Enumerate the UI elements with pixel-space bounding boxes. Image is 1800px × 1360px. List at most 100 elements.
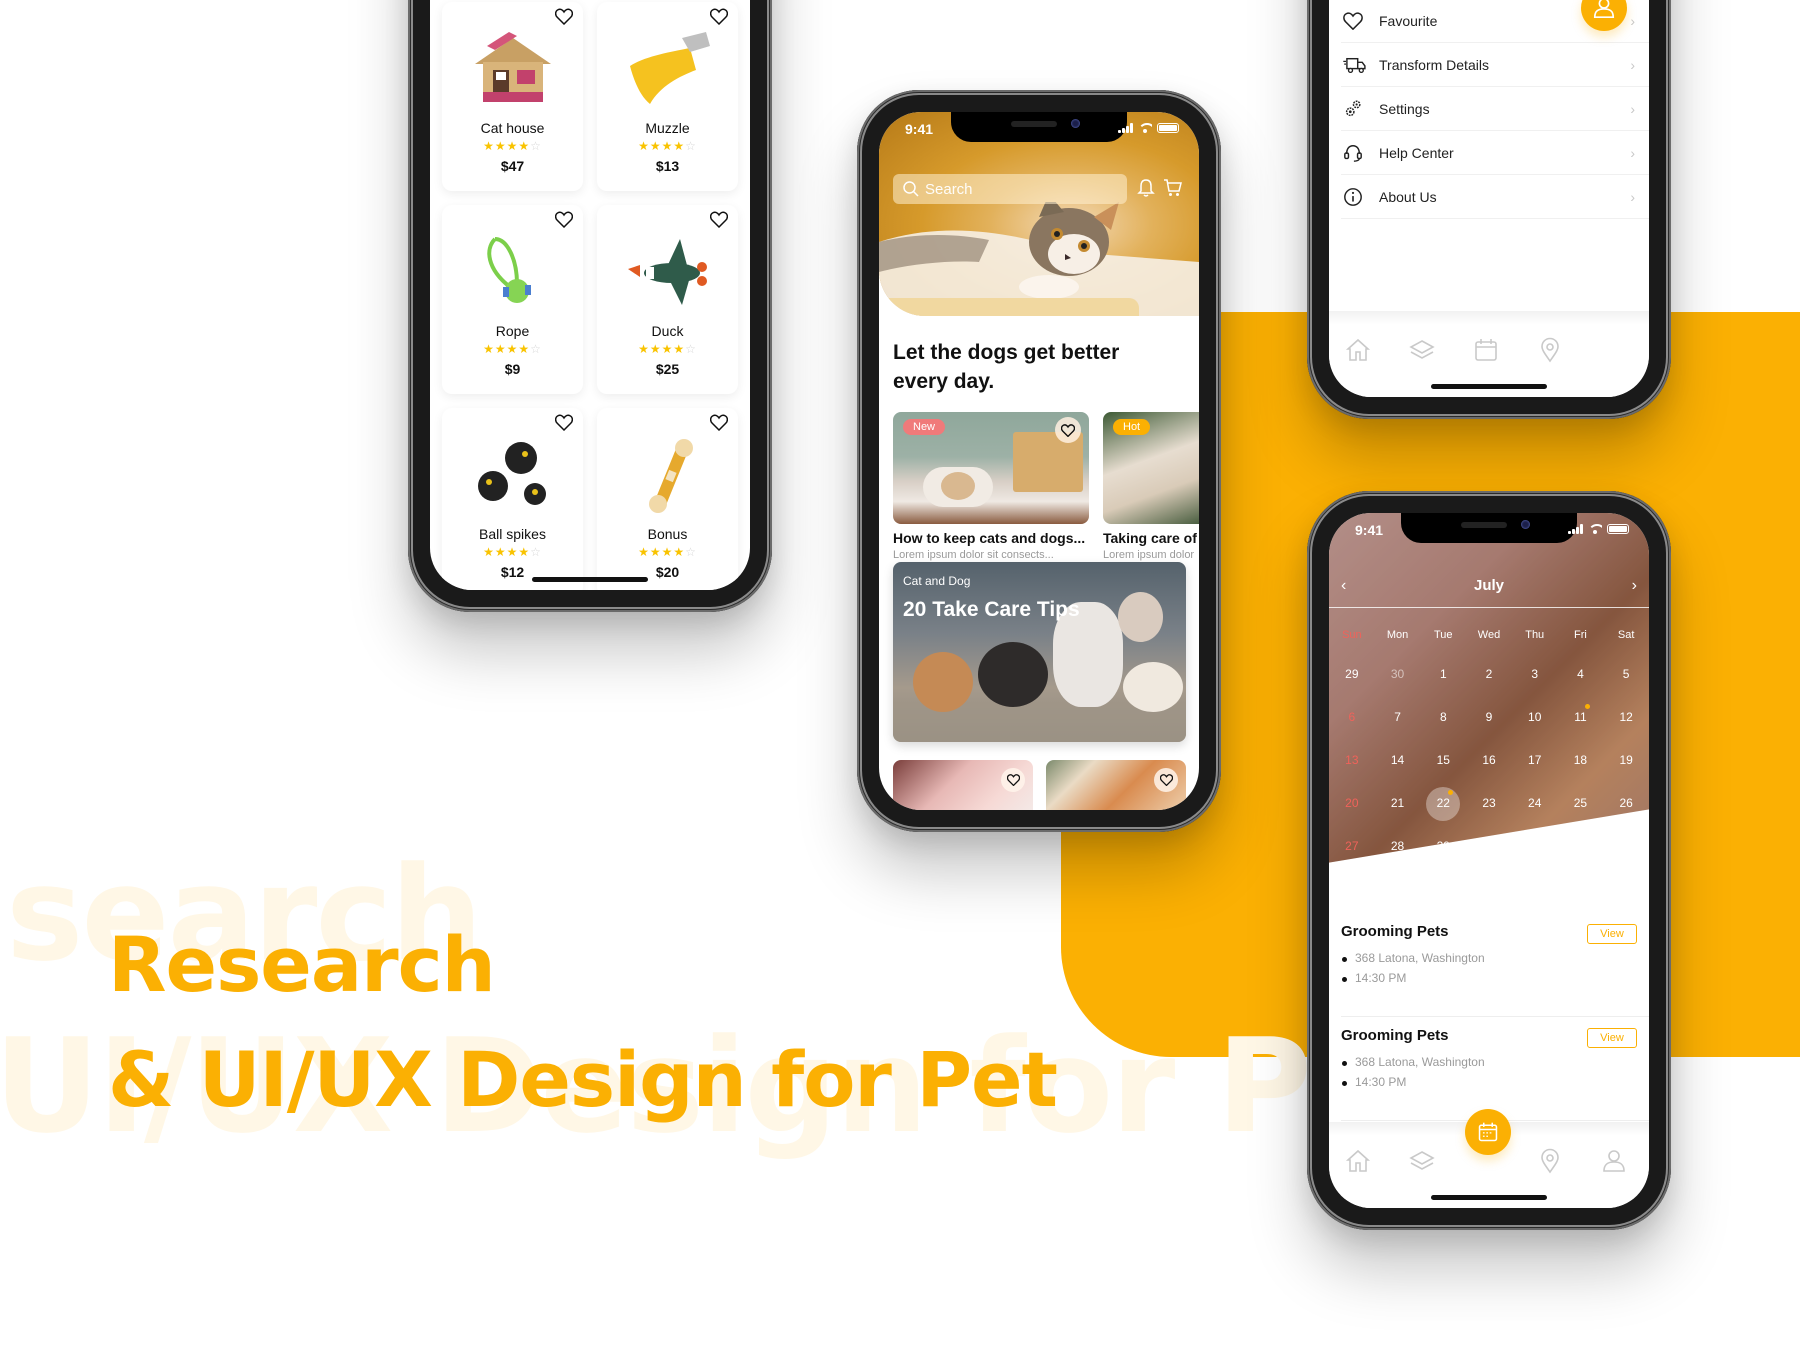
day-number: 29 xyxy=(1436,839,1450,853)
product-name: Rope xyxy=(495,323,530,339)
calendar-day[interactable]: 15 xyxy=(1420,739,1466,782)
product-card[interactable]: Duck ★★★★☆ $25 xyxy=(597,205,738,394)
day-number: 7 xyxy=(1394,710,1401,724)
menu-item-about-us[interactable]: About Us › xyxy=(1341,175,1649,219)
calendar-day[interactable]: 29 xyxy=(1420,825,1466,868)
day-number: 2 xyxy=(1485,667,1493,681)
tab-home-icon[interactable] xyxy=(1345,1148,1371,1174)
shop-screen: Cat house ★★★★☆ $47 Muzzle ★★★★☆ $13 Rope ★★★★☆… xyxy=(430,0,750,590)
tab-location-icon[interactable] xyxy=(1537,1148,1563,1174)
search-placeholder: Search xyxy=(925,180,973,198)
menu-item-label: Transform Details xyxy=(1379,56,1489,73)
product-name: Cat house xyxy=(480,120,545,136)
chevron-right-icon: › xyxy=(1630,189,1635,205)
calendar-day[interactable]: 30 xyxy=(1603,825,1649,868)
calendar-screen: 9:41 ‹ July › Sun Mon Tue Wed Thu Fri Sat 29 30 1… xyxy=(1329,513,1649,1208)
calendar-day[interactable]: 28 xyxy=(1375,825,1421,868)
tab-calendar-icon[interactable] xyxy=(1473,337,1499,363)
tab-location-icon[interactable] xyxy=(1537,337,1563,363)
tab-profile-icon[interactable] xyxy=(1601,1148,1627,1174)
calendar-day[interactable]: 5 xyxy=(1603,653,1649,696)
product-card[interactable]: Rope ★★★★☆ $9 xyxy=(442,205,583,394)
calendar-day[interactable]: 29 xyxy=(1558,825,1604,868)
view-event-button[interactable]: View xyxy=(1587,1028,1637,1048)
menu-item-help-center[interactable]: Help Center › xyxy=(1341,131,1649,175)
bell-icon[interactable] xyxy=(1137,178,1155,198)
calendar-day[interactable]: 18 xyxy=(1558,739,1604,782)
calendar-day[interactable]: 2 xyxy=(1466,653,1512,696)
calendar-day[interactable]: 31 xyxy=(1512,825,1558,868)
user-icon xyxy=(1593,0,1615,19)
phone-profile: Favourite › Transform Details › Settings › Hel… xyxy=(1307,0,1671,419)
calendar-day[interactable]: 7 xyxy=(1375,696,1421,739)
favorite-button[interactable] xyxy=(1055,417,1081,443)
calendar-day[interactable]: 12 xyxy=(1603,696,1649,739)
star-rating: ★★★★☆ xyxy=(483,545,542,559)
thumbnail-card-puppy[interactable] xyxy=(1046,760,1186,810)
calendar-day[interactable]: 22 xyxy=(1420,782,1466,825)
calendar-day[interactable]: 6 xyxy=(1329,696,1375,739)
month-label: July xyxy=(1473,577,1504,594)
calendar-day[interactable]: 19 xyxy=(1603,739,1649,782)
day-number: 25 xyxy=(1573,796,1588,810)
tab-layers-icon[interactable] xyxy=(1409,337,1435,363)
weekday-label: Wed xyxy=(1477,629,1501,641)
menu-item-settings[interactable]: Settings › xyxy=(1341,87,1649,131)
article-card[interactable]: New How to keep cats and dogs... Lorem i… xyxy=(893,412,1089,561)
heart-icon xyxy=(709,8,729,26)
calendar-day[interactable]: 16 xyxy=(1466,739,1512,782)
tab-home-icon[interactable] xyxy=(1345,337,1371,363)
calendar-day[interactable]: 3 xyxy=(1512,653,1558,696)
calendar-day[interactable]: 21 xyxy=(1375,782,1421,825)
product-card[interactable]: Ball spikes ★★★★☆ $12 xyxy=(442,408,583,590)
hero-banner xyxy=(879,112,1199,316)
next-month-button[interactable]: › xyxy=(1632,577,1637,595)
phone-shop: Cat house ★★★★☆ $47 Muzzle ★★★★☆ $13 Rope ★★★★☆… xyxy=(408,0,772,612)
calendar-day[interactable]: 30 xyxy=(1466,825,1512,868)
tab-calendar-active[interactable] xyxy=(1465,1109,1511,1155)
calendar-day[interactable]: 4 xyxy=(1558,653,1604,696)
product-card[interactable]: Bonus ★★★★☆ $20 xyxy=(597,408,738,590)
event-dot xyxy=(1584,704,1590,709)
calendar-day[interactable]: 11 xyxy=(1558,696,1604,739)
search-input[interactable]: Search xyxy=(893,174,1127,204)
calendar-header: ‹ July › xyxy=(1329,577,1649,603)
calendar-day[interactable]: 17 xyxy=(1512,739,1558,782)
product-card[interactable]: Cat house ★★★★☆ $47 xyxy=(442,2,583,191)
calendar-day[interactable]: 14 xyxy=(1375,739,1421,782)
calendar-day[interactable]: 27 xyxy=(1329,825,1375,868)
calendar-day[interactable]: 30 xyxy=(1375,653,1421,696)
calendar-day[interactable]: 13 xyxy=(1329,739,1375,782)
hero-title: Let the dogs get better every day. xyxy=(893,341,1120,393)
tab-layers-icon[interactable] xyxy=(1409,1148,1435,1174)
calendar-day[interactable]: 29 xyxy=(1329,653,1375,696)
weekday-label: Tue xyxy=(1434,629,1453,641)
star-rating: ★★★★☆ xyxy=(638,545,697,559)
tips-card[interactable]: Cat and Dog 20 Take Care Tips xyxy=(893,562,1186,742)
cart-icon[interactable] xyxy=(1163,178,1183,198)
day-number: 18 xyxy=(1573,753,1588,767)
calendar-day[interactable]: 20 xyxy=(1329,782,1375,825)
event-item: Grooming Pets View 368 Latona, Washington 1… xyxy=(1341,923,1649,1017)
view-event-button[interactable]: View xyxy=(1587,924,1637,944)
calendar-day[interactable]: 24 xyxy=(1512,782,1558,825)
article-card[interactable]: Hot Taking care of a Lorem ipsum dolor xyxy=(1103,412,1199,561)
calendar-day[interactable]: 10 xyxy=(1512,696,1558,739)
article-title: Taking care of a xyxy=(1103,530,1199,546)
calendar-day[interactable]: 8 xyxy=(1420,696,1466,739)
day-number: 23 xyxy=(1482,796,1496,810)
calendar-day[interactable]: 1 xyxy=(1420,653,1466,696)
product-image-rope xyxy=(465,229,561,315)
product-card[interactable]: Muzzle ★★★★☆ $13 xyxy=(597,2,738,191)
day-number: 14 xyxy=(1390,753,1405,767)
calendar-day[interactable]: 26 xyxy=(1603,782,1649,825)
calendar-day[interactable]: 9 xyxy=(1466,696,1512,739)
calendar-day[interactable]: 23 xyxy=(1466,782,1512,825)
calendar-day[interactable]: 25 xyxy=(1558,782,1604,825)
thumbnail-card-paw[interactable] xyxy=(893,760,1033,810)
favorite-button[interactable] xyxy=(1001,768,1025,792)
favorite-button[interactable] xyxy=(1154,768,1178,792)
menu-item-transform-details[interactable]: Transform Details › xyxy=(1341,43,1649,87)
event-title: Grooming Pets xyxy=(1341,923,1449,940)
day-number: 20 xyxy=(1345,796,1359,810)
